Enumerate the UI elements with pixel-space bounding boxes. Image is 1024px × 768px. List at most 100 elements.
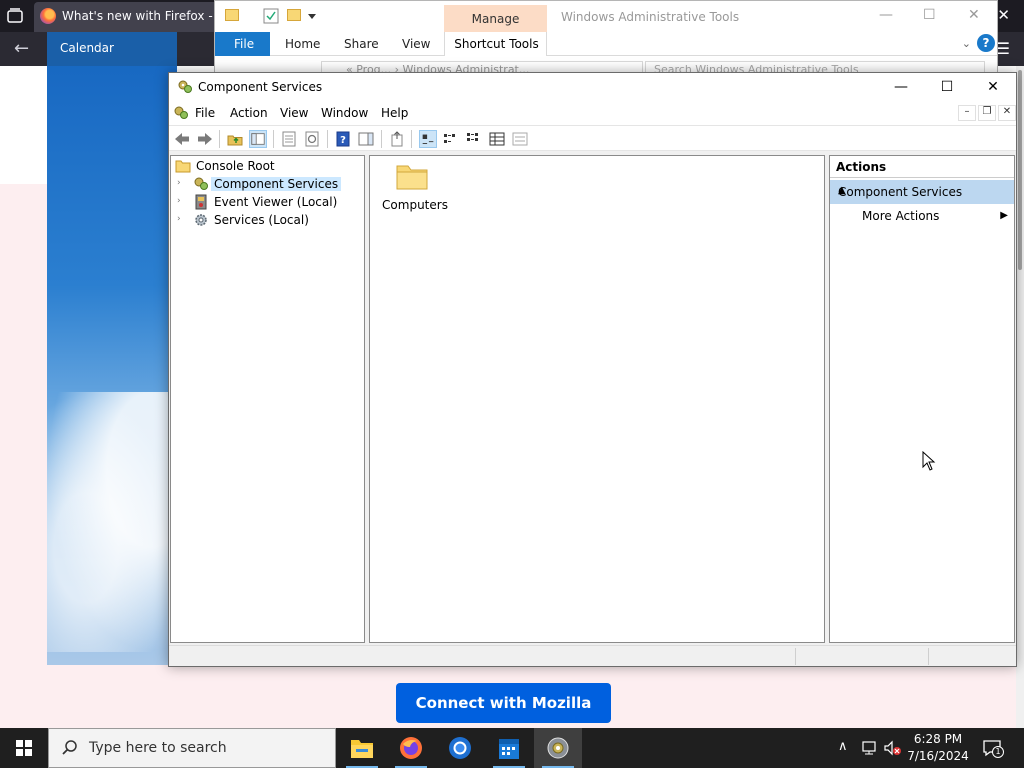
properties-icon[interactable] <box>280 130 298 148</box>
show-hide-action-pane-icon[interactable] <box>357 130 375 148</box>
taskbar-search-box[interactable]: Type here to search <box>48 728 336 768</box>
menu-view[interactable]: View <box>280 106 308 120</box>
component-services-window: Component Services — ☐ ✕ File Action Vie… <box>168 72 1017 667</box>
mouse-cursor-icon <box>922 451 936 471</box>
close-icon[interactable]: ✕ <box>968 7 980 23</box>
ribbon-tab-share[interactable]: Share <box>344 37 379 51</box>
menu-help[interactable]: Help <box>381 106 408 120</box>
expand-arrow-icon[interactable]: › <box>177 214 181 224</box>
child-restore-icon[interactable]: ❐ <box>978 105 996 121</box>
status-divider <box>928 648 929 665</box>
scrollbar-thumb[interactable] <box>1018 70 1022 270</box>
maximize-icon[interactable]: ☐ <box>923 7 936 23</box>
taskbar-calendar[interactable] <box>485 728 533 768</box>
clock-date: 7/16/2024 <box>907 749 969 763</box>
console-tree-pane: Console Root › Component Services › Even… <box>170 155 365 643</box>
tree-label: Console Root <box>196 159 275 173</box>
system-clock[interactable]: 6:28 PM 7/16/2024 <box>900 731 976 765</box>
shortcut-tools-label: Shortcut Tools <box>454 37 539 51</box>
detail-view-icon[interactable] <box>488 130 506 148</box>
firefox-scrollbar[interactable] <box>1016 66 1024 728</box>
chevron-down-icon[interactable]: ⌄ <box>962 37 971 50</box>
configure-view-icon[interactable] <box>511 130 529 148</box>
component-services-icon <box>194 177 208 190</box>
firefox-tab[interactable]: What's new with Firefox - Mozilla <box>34 2 224 32</box>
tab-list-icon[interactable] <box>4 5 26 27</box>
small-icons-view-icon[interactable] <box>442 130 460 148</box>
tree-label: Component Services <box>211 177 342 191</box>
taskbar-file-explorer[interactable] <box>338 728 386 768</box>
tree-label: Event Viewer (Local) <box>214 195 338 209</box>
services-gear-icon <box>195 214 207 226</box>
taskbar: Type here to search ∧ 6:28 PM 7/16/2024 … <box>0 728 1024 768</box>
up-one-level-icon[interactable] <box>226 130 244 148</box>
component-services-app-icon <box>178 80 192 93</box>
search-icon <box>62 740 77 755</box>
show-hidden-icons-chevron-icon[interactable]: ∧ <box>838 739 848 768</box>
close-icon[interactable]: ✕ <box>970 73 1016 101</box>
minimize-icon[interactable]: — <box>879 7 893 23</box>
maximize-icon[interactable]: ☐ <box>924 73 970 101</box>
export-list-icon[interactable] <box>388 130 406 148</box>
explorer-window: Manage Windows Administrative Tools — ☐ … <box>214 0 998 81</box>
taskbar-component-services[interactable] <box>534 728 582 768</box>
expand-arrow-icon[interactable]: › <box>177 196 181 206</box>
menu-action[interactable]: Action <box>230 106 268 120</box>
window-title: Component Services <box>198 80 323 94</box>
computers-label: Computers <box>382 198 448 212</box>
windows-start-icon[interactable] <box>0 728 48 768</box>
svg-text:?: ? <box>340 135 346 146</box>
mmc-system-menu-icon[interactable] <box>173 105 189 121</box>
event-viewer-icon <box>195 194 207 210</box>
properties-check-icon[interactable] <box>263 8 279 24</box>
calendar-icon <box>499 739 519 759</box>
child-minimize-icon[interactable]: – <box>958 105 976 121</box>
mmc-title-bar[interactable]: Component Services — ☐ ✕ <box>169 73 1016 101</box>
more-actions-label: More Actions <box>862 209 940 223</box>
forward-arrow-icon[interactable] <box>196 130 214 148</box>
status-divider <box>795 648 796 665</box>
menu-bar: File Action View Window Help – ❐ ✕ <box>169 101 1016 125</box>
show-hide-console-tree-icon[interactable] <box>249 130 267 148</box>
ribbon-tab-shortcut-tools[interactable]: Shortcut Tools <box>444 32 547 56</box>
expand-arrow-icon[interactable]: › <box>177 178 181 188</box>
menu-file[interactable]: File <box>195 106 215 120</box>
actions-header-label: Actions <box>836 160 887 174</box>
new-folder-icon[interactable] <box>287 9 301 21</box>
actions-pane: Actions Component Services ▲ More Action… <box>829 155 1015 643</box>
minimize-icon[interactable]: — <box>878 73 924 101</box>
help-icon[interactable]: ? <box>977 34 995 52</box>
ribbon-tab-file[interactable]: File <box>215 32 270 56</box>
back-arrow-icon[interactable] <box>173 130 191 148</box>
notification-center-button[interactable]: 1 <box>980 736 1004 760</box>
firefox-tab-title: What's new with Firefox - Mozilla <box>62 9 220 23</box>
taskbar-firefox[interactable] <box>387 728 435 768</box>
menu-window[interactable]: Window <box>321 106 368 120</box>
taskbar-chrome[interactable] <box>436 728 484 768</box>
ribbon-tab-home[interactable]: Home <box>285 37 320 51</box>
back-arrow-icon[interactable]: ← <box>14 38 29 59</box>
calendar-title: Calendar <box>60 41 114 55</box>
network-icon[interactable] <box>862 740 880 756</box>
toolbar: ? <box>169 125 1016 151</box>
list-view-icon[interactable] <box>465 130 483 148</box>
help-icon[interactable]: ? <box>334 130 352 148</box>
calendar-background-clouds <box>47 392 177 652</box>
computers-item[interactable]: Computers <box>376 158 454 214</box>
more-actions-item[interactable]: More Actions ▶ <box>830 206 1014 228</box>
collapse-up-icon[interactable]: ▲ <box>838 185 1008 196</box>
search-placeholder: Type here to search <box>89 740 227 756</box>
firefox-close-icon[interactable]: ✕ <box>997 6 1010 24</box>
connect-with-mozilla-button[interactable]: Connect with Mozilla <box>396 683 611 723</box>
customize-dropdown-icon[interactable] <box>307 11 317 21</box>
child-close-icon[interactable]: ✕ <box>998 105 1016 121</box>
firefox-icon <box>40 8 56 24</box>
clock-time: 6:28 PM <box>913 732 963 746</box>
actions-section-component-services[interactable]: Component Services ▲ <box>830 180 1014 204</box>
explorer-title: Windows Administrative Tools <box>561 10 740 24</box>
refresh-icon[interactable] <box>303 130 321 148</box>
ribbon-tab-view[interactable]: View <box>402 37 430 51</box>
large-icons-view-icon[interactable] <box>419 130 437 148</box>
firefox-icon <box>400 737 422 759</box>
folder-icon[interactable] <box>225 9 239 21</box>
